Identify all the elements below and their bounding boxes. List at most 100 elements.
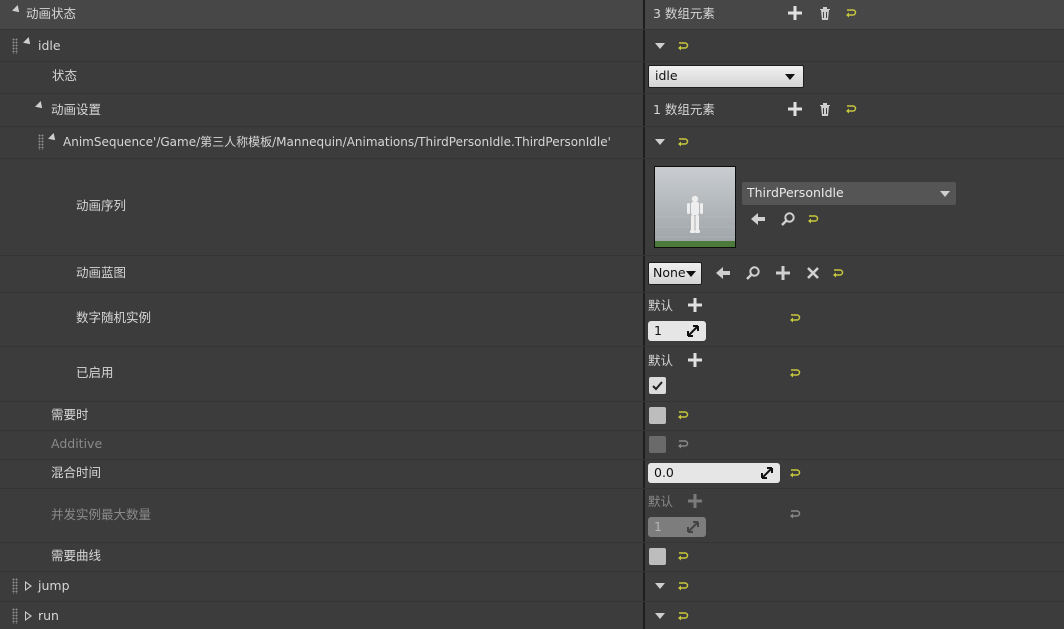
spin-drag-icon (761, 467, 773, 479)
anim-settings-count: 1 数组元素 (653, 102, 715, 117)
expand-arrow-icon[interactable] (25, 611, 32, 621)
column-splitter[interactable] (643, 0, 645, 629)
reset-to-default-icon[interactable] (789, 312, 801, 324)
dropdown-arrow-icon[interactable] (655, 43, 665, 49)
reset-to-default-icon[interactable] (677, 409, 689, 421)
reset-to-default-icon[interactable] (789, 367, 801, 379)
new-asset-plus-icon[interactable] (775, 265, 791, 281)
requires-curves-checkbox[interactable] (649, 548, 666, 565)
random-instances-value: 1 (654, 323, 662, 338)
array-count-label: 3 数组元素 (653, 6, 715, 21)
row-divider (0, 255, 1064, 256)
reset-to-default-icon[interactable] (832, 267, 844, 279)
reset-to-default-icon[interactable] (677, 580, 689, 592)
random-instances-input[interactable]: 1 (648, 321, 706, 341)
max-concurrent-label: 并发实例最大数量 (51, 507, 152, 522)
jump-element-label: jump (38, 578, 70, 593)
row-divider (0, 29, 1064, 30)
anim-blueprint-value: None (653, 265, 686, 280)
additive-label: Additive (51, 436, 103, 451)
reset-to-default-icon[interactable] (807, 213, 819, 225)
enabled-default-label: 默认 (648, 353, 674, 368)
clear-x-icon[interactable] (805, 265, 821, 281)
anim-sequence-label: 动画序列 (76, 198, 127, 213)
reset-to-default-icon[interactable] (677, 136, 689, 148)
reset-to-default-icon[interactable] (677, 438, 689, 450)
row-divider (0, 158, 1064, 159)
reset-to-default-icon[interactable] (677, 610, 689, 622)
state-combo-value: idle (655, 68, 678, 83)
max-concurrent-value: 1 (654, 519, 662, 534)
add-platform-override-icon[interactable] (687, 352, 703, 368)
dropdown-arrow-icon[interactable] (655, 613, 665, 619)
browse-search-icon[interactable] (780, 211, 796, 227)
row-divider (0, 601, 1064, 602)
anim-settings-label: 动画设置 (51, 102, 102, 117)
properties-right-pane (645, 0, 1064, 629)
row-divider (0, 93, 1064, 94)
mannequin-thumbnail-image (655, 167, 735, 247)
reset-to-default-icon[interactable] (677, 40, 689, 52)
use-selected-arrow-icon[interactable] (715, 265, 731, 281)
add-platform-override-icon[interactable] (687, 493, 703, 509)
use-selected-arrow-icon[interactable] (750, 211, 766, 227)
drag-handle-icon[interactable] (12, 578, 18, 594)
state-label: 状态 (52, 68, 78, 83)
row-divider (0, 459, 1064, 460)
enabled-checkbox[interactable] (649, 377, 666, 394)
anim-sequence-value: ThirdPersonIdle (747, 185, 844, 200)
row-divider (0, 401, 1064, 402)
asset-path-label: AnimSequence'/Game/第三人称模板/Mannequin/Anim… (63, 135, 611, 149)
checkmark-icon (652, 381, 663, 391)
dropdown-arrow-icon (785, 74, 795, 80)
row-divider (0, 292, 1064, 293)
idle-element-label: idle (38, 38, 61, 53)
run-element-label: run (38, 608, 59, 623)
drag-handle-icon[interactable] (12, 608, 18, 624)
anim-sequence-thumbnail[interactable] (654, 166, 736, 248)
drag-handle-icon[interactable] (12, 38, 18, 54)
max-concurrent-input[interactable]: 1 (648, 517, 706, 537)
random-instances-label: 数字随机实例 (76, 310, 152, 325)
spin-drag-icon (687, 521, 699, 533)
reset-to-default-icon[interactable] (845, 103, 857, 115)
blend-time-value: 0.0 (654, 465, 674, 480)
header-row (0, 0, 1064, 29)
anim-blueprint-label: 动画蓝图 (76, 265, 127, 280)
drag-handle-icon[interactable] (38, 134, 44, 150)
dropdown-arrow-icon (940, 191, 950, 197)
additive-checkbox[interactable] (649, 436, 666, 453)
dropdown-arrow-icon (686, 271, 696, 277)
reset-to-default-icon[interactable] (789, 467, 801, 479)
state-combo[interactable]: idle (648, 65, 804, 88)
blend-time-input[interactable]: 0.0 (648, 463, 780, 483)
header-title: 动画状态 (26, 6, 77, 21)
anim-sequence-combo[interactable]: ThirdPersonIdle (742, 182, 956, 205)
on-demand-label: 需要时 (51, 407, 89, 422)
add-element-icon[interactable] (787, 101, 803, 117)
row-divider (0, 542, 1064, 543)
random-default-label: 默认 (648, 298, 674, 313)
dropdown-arrow-icon[interactable] (655, 139, 665, 145)
reset-to-default-icon[interactable] (845, 7, 857, 19)
expand-arrow-icon[interactable] (25, 581, 32, 591)
add-platform-override-icon[interactable] (687, 297, 703, 313)
reset-to-default-icon[interactable] (677, 550, 689, 562)
reset-to-default-icon[interactable] (789, 508, 801, 520)
spin-drag-icon (687, 325, 699, 337)
max-concurrent-default-label: 默认 (648, 494, 674, 509)
on-demand-checkbox[interactable] (649, 407, 666, 424)
dropdown-arrow-icon[interactable] (655, 583, 665, 589)
browse-search-icon[interactable] (745, 265, 761, 281)
trash-icon[interactable] (817, 5, 833, 21)
row-divider (0, 61, 1064, 62)
row-divider (0, 346, 1064, 347)
anim-blueprint-combo[interactable]: None (648, 262, 702, 285)
blend-time-label: 混合时间 (51, 465, 102, 480)
trash-icon[interactable] (817, 101, 833, 117)
row-divider (0, 571, 1064, 572)
row-divider (0, 488, 1064, 489)
requires-curves-label: 需要曲线 (51, 548, 102, 563)
enabled-label: 已启用 (76, 365, 114, 380)
add-element-icon[interactable] (787, 5, 803, 21)
